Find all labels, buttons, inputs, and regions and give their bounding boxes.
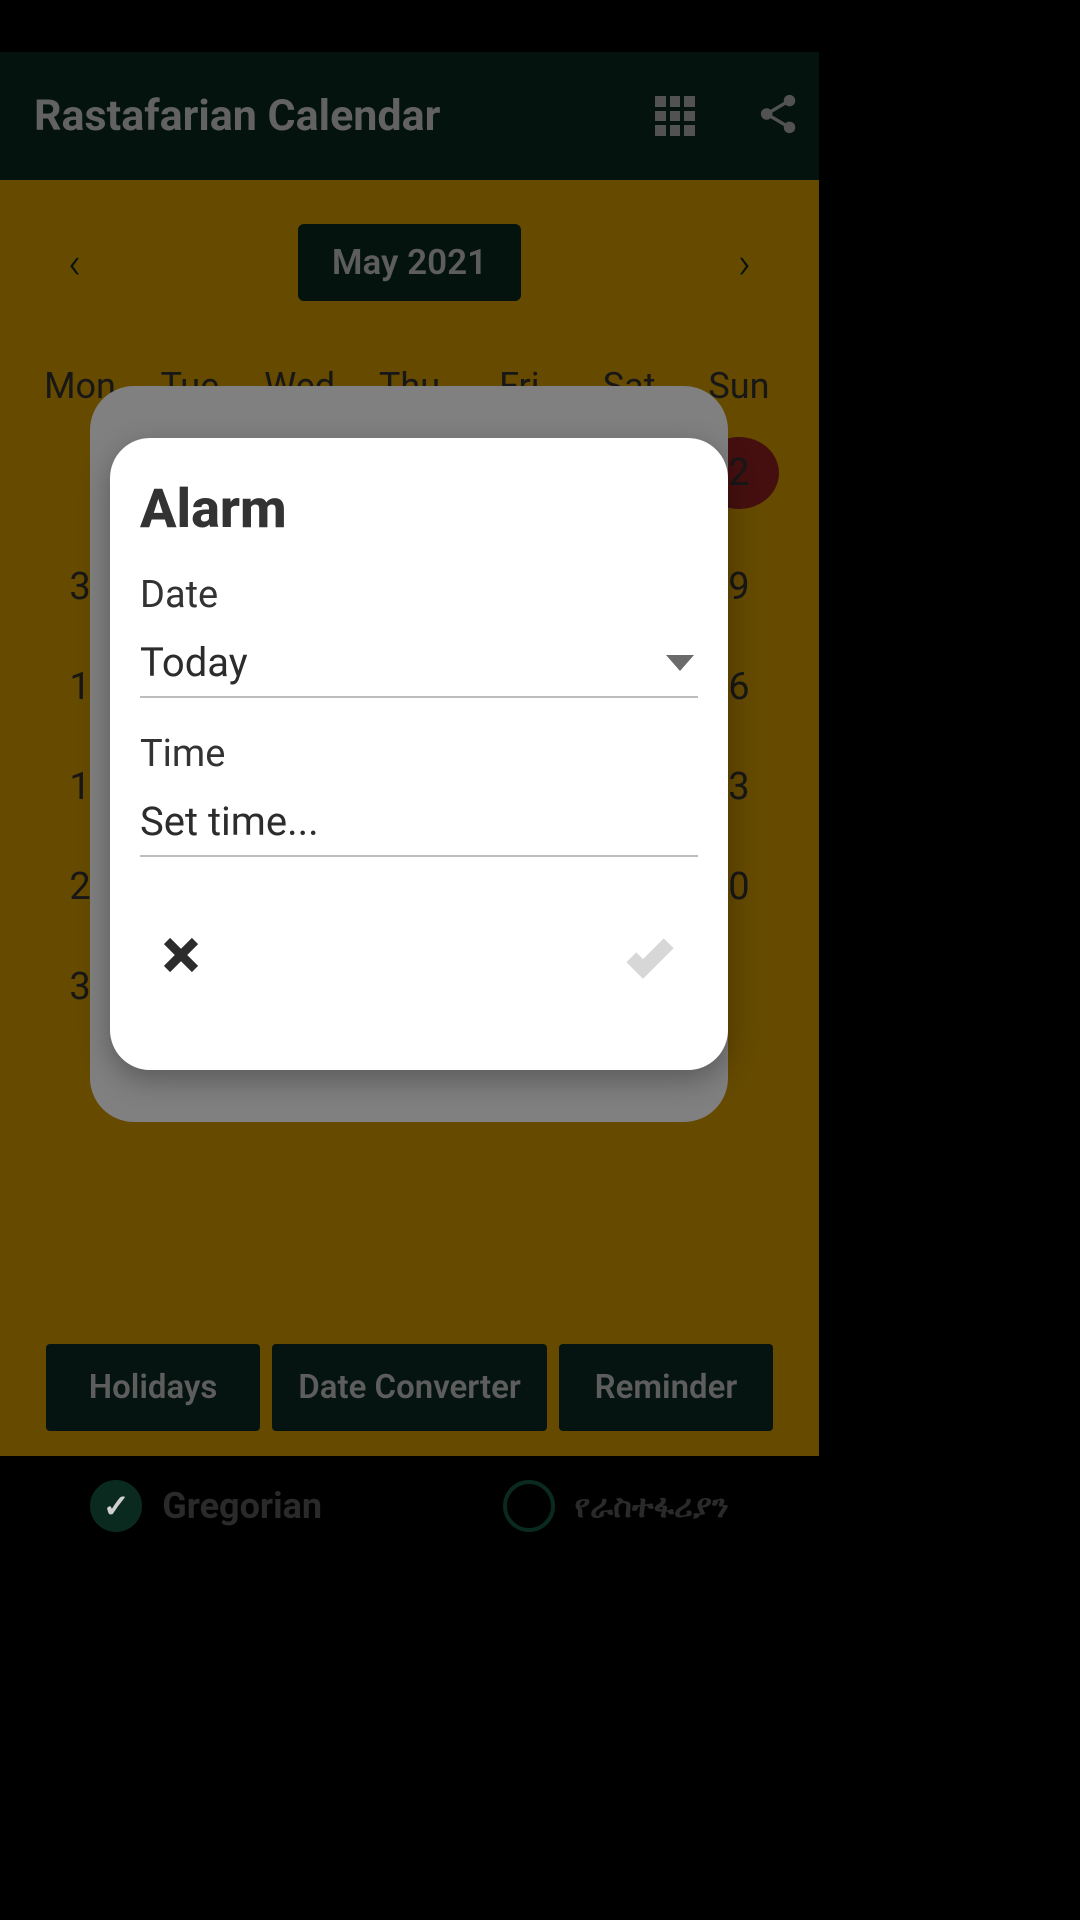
close-icon <box>160 934 202 976</box>
date-field-label: Date <box>140 573 698 617</box>
date-dropdown-value: Today <box>140 639 248 686</box>
radio-label: የራስተፋሪያን <box>575 1487 729 1526</box>
radio-checked-icon <box>90 1480 142 1532</box>
chevron-down-icon <box>666 655 694 671</box>
date-dropdown[interactable]: Today <box>140 639 698 698</box>
time-field-placeholder: Set time... <box>140 798 319 845</box>
radio-rastafarian[interactable]: የራስተፋሪያን <box>503 1480 729 1532</box>
radio-gregorian[interactable]: Gregorian <box>90 1480 322 1532</box>
cancel-button[interactable] <box>160 934 202 980</box>
confirm-button[interactable] <box>622 927 678 987</box>
dialog-actions <box>110 891 728 987</box>
time-field-label: Time <box>140 732 698 776</box>
radio-unchecked-icon <box>503 1480 555 1532</box>
time-field[interactable]: Set time... <box>140 798 698 857</box>
calendar-type-radios: Gregorian የራስተፋሪያን <box>0 1480 819 1532</box>
check-icon <box>622 927 678 983</box>
radio-label: Gregorian <box>162 1485 322 1527</box>
alarm-dialog: Alarm Date Today Time Set time... <box>110 438 728 1070</box>
dialog-title: Alarm <box>140 478 698 541</box>
